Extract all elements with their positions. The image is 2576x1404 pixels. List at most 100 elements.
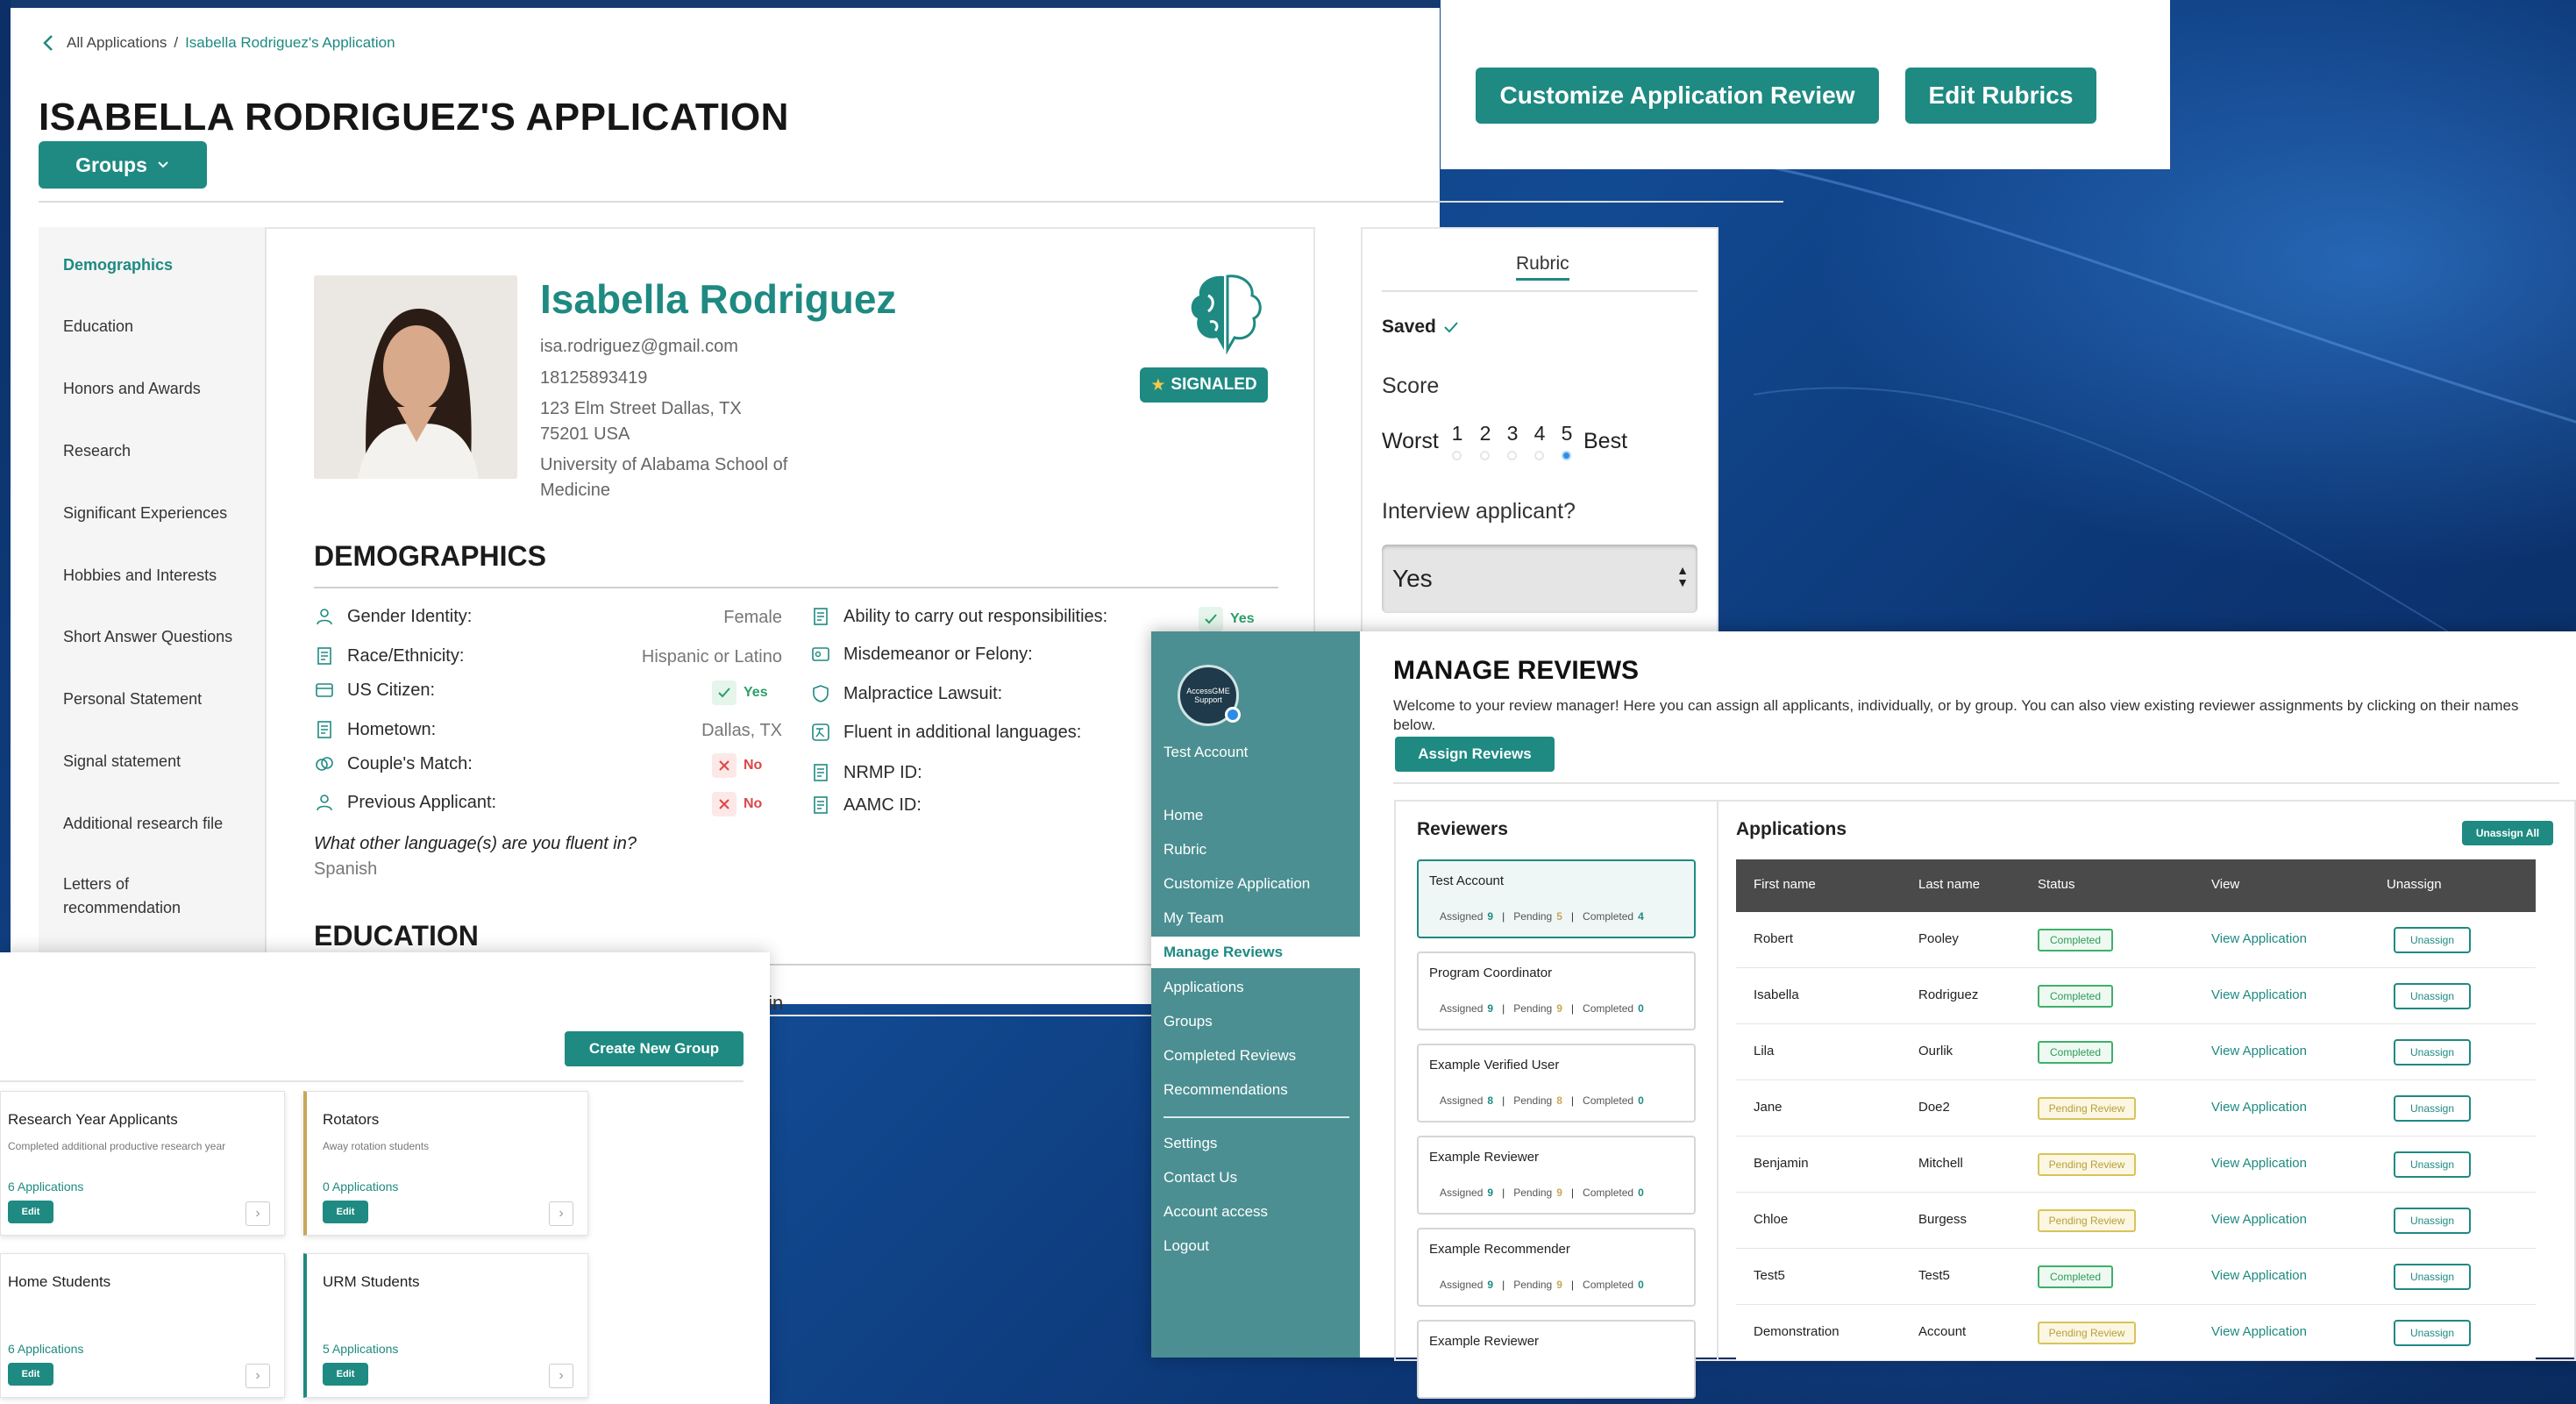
last-name-cell: Burgess	[1918, 1212, 1968, 1227]
group-card[interactable]: Research Year Applicants Completed addit…	[0, 1091, 285, 1236]
stat-group: Pending 9	[1513, 1002, 1562, 1015]
sidebar-item-logout[interactable]: Logout	[1151, 1230, 1360, 1262]
nav-item-additional-research[interactable]: Additional research file	[63, 812, 223, 836]
score-radio-2[interactable]	[1480, 451, 1490, 460]
sidebar-item-applications[interactable]: Applications	[1151, 972, 1360, 1003]
group-edit-button[interactable]: Edit	[8, 1201, 53, 1223]
group-count[interactable]: 5 Applications	[323, 1342, 398, 1356]
reviewer-card[interactable]: Example Reviewer	[1417, 1320, 1696, 1399]
reviewer-card[interactable]: Example Recommender Assigned 9 | Pending 9 | Co…	[1417, 1228, 1696, 1307]
view-application-link[interactable]: View Application	[2211, 1100, 2307, 1115]
unassign-button[interactable]: Unassign	[2394, 927, 2471, 953]
score-radio-3[interactable]	[1507, 451, 1517, 460]
group-edit-button[interactable]: Edit	[8, 1363, 53, 1386]
unassign-all-button[interactable]: Unassign All	[2462, 821, 2553, 845]
unassign-button[interactable]: Unassign	[2394, 1095, 2471, 1122]
sidebar-item-manage-reviews[interactable]: Manage Reviews	[1151, 937, 1360, 968]
tab-rubric[interactable]: Rubric	[1516, 253, 1569, 281]
interview-select[interactable]: Yes ▲ ▼	[1382, 545, 1697, 613]
sidebar-item-customize-application[interactable]: Customize Application	[1151, 868, 1360, 900]
column-header-status[interactable]: Status	[2038, 877, 2075, 892]
group-count[interactable]: 0 Applications	[323, 1180, 398, 1194]
back-chevron-icon[interactable]	[39, 32, 60, 53]
groups-dropdown-button[interactable]: Groups	[39, 141, 207, 189]
sidebar-item-completed-reviews[interactable]: Completed Reviews	[1151, 1040, 1360, 1072]
score-radio-5[interactable]	[1562, 451, 1571, 460]
demo-label: NRMP ID:	[843, 762, 922, 782]
stat-value: 9	[1487, 1002, 1494, 1015]
score-radio-4[interactable]	[1534, 451, 1544, 460]
edit-rubrics-button[interactable]: Edit Rubrics	[1905, 68, 2096, 124]
stat-label: Assigned	[1440, 910, 1484, 923]
nav-item-honors[interactable]: Honors and Awards	[63, 377, 201, 401]
sidebar-item-groups[interactable]: Groups	[1151, 1006, 1360, 1037]
unassign-button[interactable]: Unassign	[2394, 1039, 2471, 1065]
sidebar-item-recommendations[interactable]: Recommendations	[1151, 1074, 1360, 1106]
group-card[interactable]: URM Students 5 Applications Edit ›	[303, 1253, 588, 1398]
column-header-first-name[interactable]: First name	[1754, 877, 1816, 892]
sidebar-item-contact-us[interactable]: Contact Us	[1151, 1162, 1360, 1194]
nav-item-significant-experiences[interactable]: Significant Experiences	[63, 502, 227, 525]
view-application-link[interactable]: View Application	[2211, 1044, 2307, 1058]
group-count[interactable]: 6 Applications	[8, 1342, 83, 1356]
demo-label: Couple's Match:	[347, 753, 473, 773]
stat-group: Pending 9	[1513, 1187, 1562, 1199]
sidebar-item-home[interactable]: Home	[1151, 800, 1360, 831]
status-dot-icon	[1225, 707, 1241, 723]
sidebar-item-rubric[interactable]: Rubric	[1151, 834, 1360, 866]
group-count[interactable]: 6 Applications	[8, 1180, 83, 1194]
unassign-button[interactable]: Unassign	[2394, 983, 2471, 1009]
assign-reviews-button[interactable]: Assign Reviews	[1395, 737, 1555, 772]
stat-group: Pending 8	[1513, 1094, 1562, 1107]
group-edit-button[interactable]: Edit	[323, 1363, 368, 1386]
reviewer-card[interactable]: Test Account Assigned 9 | Pending 5 | Completed…	[1417, 859, 1696, 938]
group-card[interactable]: Rotators Away rotation students 0 Applic…	[303, 1091, 588, 1236]
table-row: Isabella Rodriguez Completed View Applicati…	[1736, 968, 2536, 1024]
unassign-button[interactable]: Unassign	[2394, 1151, 2471, 1178]
group-card[interactable]: Home Students 6 Applications Edit ›	[0, 1253, 285, 1398]
reviewer-card[interactable]: Example Verified User Assigned 8 | Pending 8 |…	[1417, 1044, 1696, 1122]
group-description: Completed additional productive research…	[8, 1140, 226, 1152]
nav-item-personal-statement[interactable]: Personal Statement	[63, 688, 202, 711]
reviewer-stats: Assigned 8 | Pending 8 | Completed 0	[1440, 1094, 1644, 1107]
stat-value: 9	[1487, 910, 1494, 923]
unassign-button[interactable]: Unassign	[2394, 1320, 2471, 1346]
sidebar-item-account-access[interactable]: Account access	[1151, 1196, 1360, 1228]
unassign-button[interactable]: Unassign	[2394, 1208, 2471, 1234]
view-application-link[interactable]: View Application	[2211, 987, 2307, 1002]
sidebar-item-my-team[interactable]: My Team	[1151, 902, 1360, 934]
demo-label: Misdemeanor or Felony:	[843, 644, 1033, 664]
nav-item-short-answer[interactable]: Short Answer Questions	[63, 625, 232, 649]
nav-item-demographics[interactable]: Demographics	[63, 253, 173, 277]
column-header-last-name[interactable]: Last name	[1918, 877, 1980, 892]
stat-label: Completed	[1583, 1279, 1634, 1291]
demo-label: Malpractice Lawsuit:	[843, 683, 1003, 703]
stat-separator: |	[1570, 1187, 1575, 1199]
nav-item-education[interactable]: Education	[63, 315, 133, 339]
view-application-link[interactable]: View Application	[2211, 1212, 2307, 1227]
last-name-cell: Account	[1918, 1324, 1967, 1339]
unassign-button[interactable]: Unassign	[2394, 1264, 2471, 1290]
chevron-right-icon[interactable]: ›	[246, 1201, 270, 1226]
sidebar-item-settings[interactable]: Settings	[1151, 1128, 1360, 1159]
nav-item-letters[interactable]: Letters of recommendation	[63, 873, 181, 920]
reviewer-card[interactable]: Example Reviewer Assigned 9 | Pending 9 | Compl…	[1417, 1136, 1696, 1215]
breadcrumb-root[interactable]: All Applications	[67, 34, 167, 52]
nav-item-hobbies[interactable]: Hobbies and Interests	[63, 564, 217, 588]
column-header-view: View	[2211, 877, 2240, 892]
group-edit-button[interactable]: Edit	[323, 1201, 368, 1223]
view-application-link[interactable]: View Application	[2211, 1156, 2307, 1171]
nav-item-signal-statement[interactable]: Signal statement	[63, 750, 181, 773]
reviewer-card[interactable]: Program Coordinator Assigned 9 | Pending 9 | Co…	[1417, 951, 1696, 1030]
chevron-right-icon[interactable]: ›	[549, 1201, 573, 1226]
view-application-link[interactable]: View Application	[2211, 1324, 2307, 1339]
create-group-button[interactable]: Create New Group	[565, 1031, 744, 1066]
view-application-link[interactable]: View Application	[2211, 931, 2307, 946]
nav-item-research[interactable]: Research	[63, 439, 131, 463]
chevron-right-icon[interactable]: ›	[246, 1364, 270, 1388]
view-application-link[interactable]: View Application	[2211, 1268, 2307, 1283]
score-radio-1[interactable]	[1452, 451, 1462, 460]
stat-label: Completed	[1583, 1094, 1634, 1107]
customize-review-button[interactable]: Customize Application Review	[1476, 68, 1879, 124]
chevron-right-icon[interactable]: ›	[549, 1364, 573, 1388]
